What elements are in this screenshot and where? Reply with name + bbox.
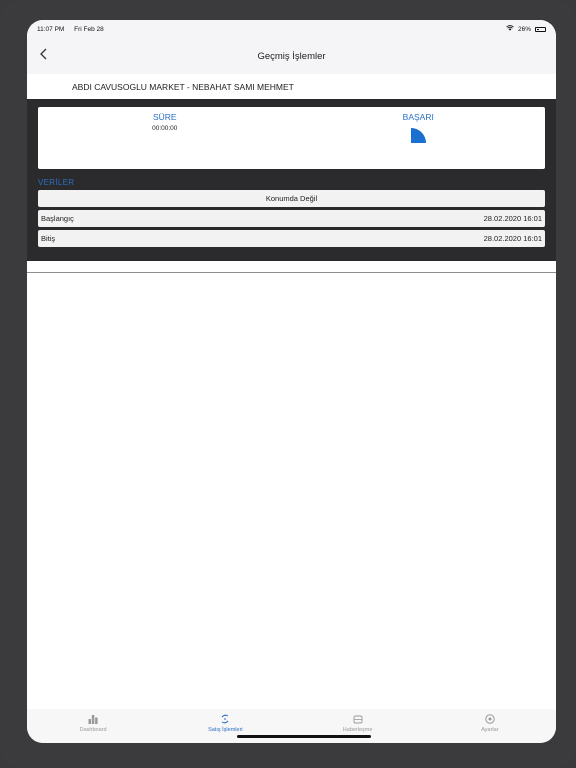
start-label: Başlangıç: [41, 214, 74, 223]
status-right: 26%: [506, 25, 546, 33]
home-indicator: [237, 735, 371, 738]
tab-settings[interactable]: Ayarlar: [424, 709, 556, 743]
tab-settings-label: Ayarlar: [481, 727, 499, 733]
details-panel: SÜRE 00:00:00 BAŞARI VERİLER Konumda Değ…: [27, 99, 556, 261]
status-left: 11:07 PM Fri Feb 28: [37, 26, 112, 33]
customer-header: ABDI CAVUSOGLU MARKET - NEBAHAT SAMI MEH…: [27, 74, 556, 99]
success-stat: BAŞARI: [292, 107, 546, 169]
duration-value: 00:00:00: [152, 125, 178, 132]
sales-icon: [222, 714, 229, 724]
location-status: Konumda Değil: [265, 194, 318, 203]
stats-card: SÜRE 00:00:00 BAŞARI: [38, 107, 545, 169]
battery-percent: 26%: [517, 25, 531, 33]
start-value: 28.02.2020 16:01: [483, 214, 542, 223]
tab-dashboard[interactable]: Dashboard: [27, 709, 159, 743]
nav-bar: Geçmiş İşlemler: [27, 38, 556, 74]
success-pie-slice: [411, 128, 427, 143]
end-row: Bitiş 28.02.2020 16:01: [38, 230, 545, 247]
status-bar: 11:07 PM Fri Feb 28 26%: [27, 20, 556, 38]
duration-label: SÜRE: [152, 112, 177, 122]
end-value: 28.02.2020 16:01: [483, 234, 542, 243]
back-chevron-icon[interactable]: [39, 47, 53, 65]
tab-sales-label: Satış İşlemleri: [208, 727, 243, 733]
gear-icon: [485, 714, 495, 724]
battery-icon: [535, 26, 546, 32]
location-status-row: Konumda Değil: [38, 190, 545, 207]
tab-dashboard-label: Dashboard: [79, 727, 107, 733]
content-divider: [27, 272, 556, 273]
car-icon: [353, 715, 363, 724]
bar-chart-icon: [88, 715, 98, 724]
page-title: Geçmiş İşlemler: [257, 50, 326, 62]
tab-communication-label: Haberleşme: [342, 727, 373, 733]
success-pie-chart: [411, 127, 427, 148]
success-label: BAŞARI: [402, 112, 434, 122]
duration-stat: SÜRE 00:00:00: [38, 107, 292, 169]
end-label: Bitiş: [41, 234, 56, 243]
status-date: Fri Feb 28: [74, 25, 104, 33]
start-row: Başlangıç 28.02.2020 16:01: [38, 210, 545, 227]
wifi-icon: [506, 25, 514, 33]
app-screen: 11:07 PM Fri Feb 28 26% Geçmiş İşlemler …: [27, 20, 556, 743]
status-time: 11:07 PM: [37, 25, 65, 33]
data-section-title: VERİLER: [38, 178, 75, 187]
